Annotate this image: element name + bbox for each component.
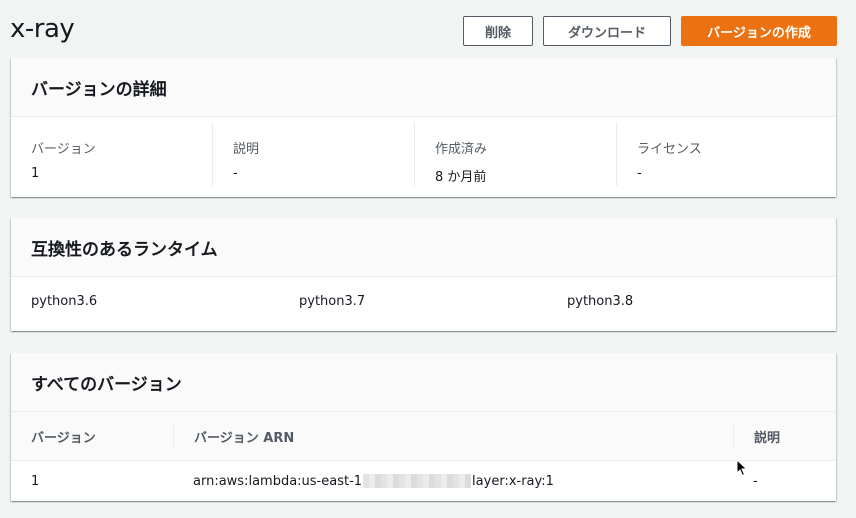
detail-value: 1 <box>31 166 40 181</box>
version-details-panel: バージョンの詳細 バージョン 1 説明 - 作成済み 8 か月前 ライセンス - <box>11 58 836 197</box>
table-header: バージョン バージョン ARN 説明 <box>11 412 836 461</box>
detail-description: 説明 - <box>213 122 415 186</box>
detail-label: バージョン <box>31 142 96 157</box>
column-header-version[interactable]: バージョン <box>11 422 173 450</box>
create-version-button[interactable]: バージョンの作成 <box>681 16 837 46</box>
detail-label: 説明 <box>233 142 260 157</box>
panel-header: 互換性のあるランタイム <box>11 218 836 277</box>
arn-suffix: layer:x-ray:1 <box>472 473 554 489</box>
download-button[interactable]: ダウンロード <box>543 16 671 46</box>
cell-arn: arn:aws:lambda:us-east-1 layer:x-ray:1 <box>173 474 733 489</box>
page-header: x-ray 削除 ダウンロード バージョンの作成 <box>0 0 856 58</box>
column-header-description[interactable]: 説明 <box>733 422 833 450</box>
runtime-item: python3.6 <box>31 294 98 309</box>
detail-version: バージョン 1 <box>11 122 213 186</box>
panel-header: すべてのバージョン <box>11 353 836 412</box>
panel-title: すべてのバージョン <box>31 374 182 395</box>
table-row: 1 arn:aws:lambda:us-east-1 layer:x-ray:1… <box>11 461 836 501</box>
page-title: x-ray <box>10 14 75 44</box>
detail-value: 8 か月前 <box>435 170 487 185</box>
detail-label: ライセンス <box>637 142 702 157</box>
panel-title: 互換性のあるランタイム <box>31 239 218 260</box>
panel-title: バージョンの詳細 <box>31 79 167 100</box>
all-versions-panel: すべてのバージョン バージョン バージョン ARN 説明 1 arn:aws:l… <box>11 353 836 501</box>
details-grid: バージョン 1 説明 - 作成済み 8 か月前 ライセンス - <box>11 117 836 186</box>
cell-version: 1 <box>31 473 40 489</box>
arn-prefix: arn:aws:lambda:us-east-1 <box>193 473 363 489</box>
runtime-item: python3.8 <box>567 294 634 309</box>
detail-value: - <box>233 166 238 181</box>
detail-label: 作成済み <box>435 142 488 157</box>
cell-description: - <box>753 473 758 489</box>
mouse-cursor-icon <box>736 459 748 477</box>
compatible-runtimes-panel: 互換性のあるランタイム python3.6 python3.7 python3.… <box>11 218 836 331</box>
delete-button[interactable]: 削除 <box>463 16 533 46</box>
detail-license: ライセンス - <box>617 122 819 186</box>
column-header-arn[interactable]: バージョン ARN <box>173 422 733 450</box>
runtime-list: python3.6 python3.7 python3.8 <box>11 277 836 309</box>
detail-created: 作成済み 8 か月前 <box>415 122 617 186</box>
detail-value: - <box>637 166 642 181</box>
panel-header: バージョンの詳細 <box>11 58 836 117</box>
redacted-account-id <box>363 474 472 488</box>
runtime-item: python3.7 <box>299 294 366 309</box>
